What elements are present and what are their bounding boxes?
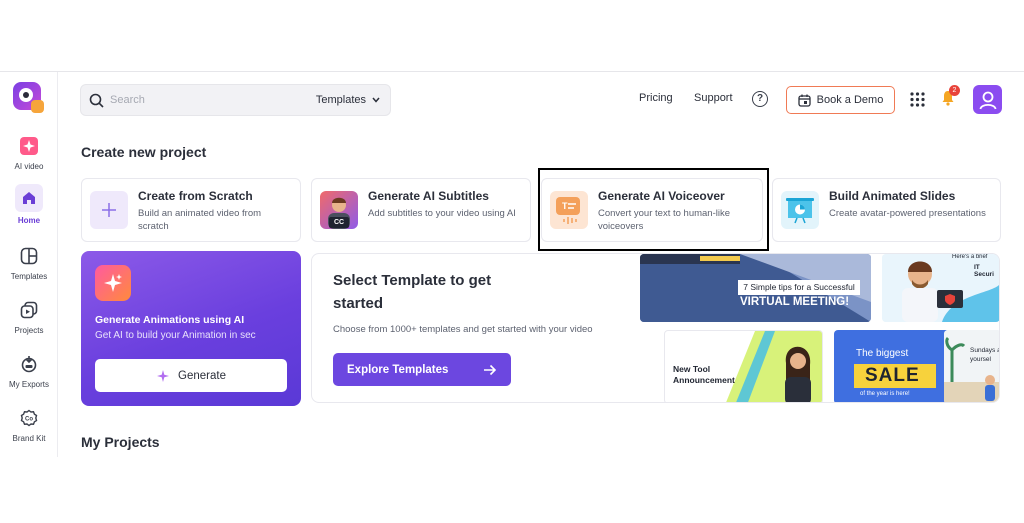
brand-kit-icon: Co xyxy=(17,406,41,430)
build-slides-card[interactable]: Build Animated Slides Create avatar-powe… xyxy=(772,178,1001,242)
plus-icon xyxy=(90,191,128,229)
explore-templates-button[interactable]: Explore Templates xyxy=(333,353,511,386)
sidebar-item-ai-video[interactable]: AI video xyxy=(0,134,58,171)
search-scope-dropdown[interactable]: Templates xyxy=(316,94,380,106)
template-panel-description: Choose from 1000+ templates and get star… xyxy=(333,324,593,335)
notification-badge: 2 xyxy=(949,85,960,96)
templates-icon xyxy=(17,244,41,268)
cc-badge: CC xyxy=(329,217,349,228)
sidebar-item-templates[interactable]: Templates xyxy=(0,244,58,281)
security-top-text: Here's a brief xyxy=(952,254,988,260)
selection-highlight xyxy=(538,168,769,251)
card-title: Create from Scratch xyxy=(138,189,253,203)
app-window: AI video Home Templates Projects My Expo xyxy=(0,71,1024,457)
card-title: Generate AI Subtitles xyxy=(368,189,489,203)
search-input[interactable]: Search xyxy=(110,94,145,106)
my-projects-title: My Projects xyxy=(81,434,160,450)
arrow-right-icon xyxy=(484,364,497,375)
sparkle-icon xyxy=(157,369,170,382)
sidebar-item-label: Projects xyxy=(14,326,44,335)
calendar-icon xyxy=(798,94,811,107)
apps-grid-icon[interactable] xyxy=(910,92,925,112)
ai-video-icon xyxy=(17,134,41,158)
sidebar-item-label: Templates xyxy=(10,272,48,281)
generate-subtitles-card[interactable]: CC Generate AI Subtitles Add subtitles t… xyxy=(311,178,531,242)
generate-button-label: Generate xyxy=(178,369,226,382)
pricing-link[interactable]: Pricing xyxy=(639,92,673,104)
user-avatar[interactable] xyxy=(973,85,1002,114)
chevron-down-icon xyxy=(372,97,380,103)
card-description: Create avatar-powered presentations xyxy=(829,208,986,219)
sidebar-item-label: AI video xyxy=(14,162,44,171)
template-panel-title: Select Template to get started xyxy=(333,272,492,312)
book-demo-button[interactable]: Book a Demo xyxy=(786,86,895,114)
projects-icon xyxy=(17,298,41,322)
user-icon xyxy=(979,91,996,109)
announcement-text: New Tool Announcement xyxy=(673,364,735,385)
home-icon xyxy=(15,184,43,212)
exports-icon xyxy=(17,352,41,376)
generate-button[interactable]: Generate xyxy=(95,359,287,392)
search-bar[interactable]: Search Templates xyxy=(80,84,391,116)
generate-ai-panel: Generate Animations using AI Get AI to b… xyxy=(81,251,301,406)
template-tile-virtual-meeting[interactable]: 7 Simple tips for a Successful VIRTUAL M… xyxy=(640,254,871,322)
sidebar-item-home[interactable]: Home xyxy=(0,184,58,225)
sale-text: SALE xyxy=(865,365,920,386)
help-icon[interactable]: ? xyxy=(752,91,768,107)
template-tile-sale[interactable]: The biggest SALE of the year is here! xyxy=(834,330,960,402)
svg-text:Co: Co xyxy=(25,417,33,423)
sale-bottom-text: of the year is here! xyxy=(860,391,910,397)
subtitles-thumbnail: CC xyxy=(320,191,358,229)
sidebar-item-label: My Exports xyxy=(8,380,49,389)
explore-templates-label: Explore Templates xyxy=(347,363,449,376)
generate-ai-title: Generate Animations using AI xyxy=(95,314,245,326)
sidebar-item-label: Home xyxy=(17,216,41,225)
card-title: Build Animated Slides xyxy=(829,189,956,203)
sundays-illustration xyxy=(944,330,999,402)
sidebar-item-label: Brand Kit xyxy=(12,434,46,443)
security-label: IT Securi xyxy=(974,264,994,278)
sidebar: AI video Home Templates Projects My Expo xyxy=(0,72,58,457)
slides-icon xyxy=(781,191,819,229)
sidebar-item-my-exports[interactable]: My Exports xyxy=(0,352,58,389)
book-demo-label: Book a Demo xyxy=(816,94,884,106)
sidebar-item-brand-kit[interactable]: Co Brand Kit xyxy=(0,406,58,443)
template-panel: Select Template to get started Choose fr… xyxy=(311,253,1000,403)
search-scope-label: Templates xyxy=(315,94,366,106)
card-description: Build an animated video from scratch xyxy=(138,208,262,232)
create-section-title: Create new project xyxy=(81,144,207,160)
template-tile-announcement[interactable]: New Tool Announcement xyxy=(664,330,823,402)
meeting-title: VIRTUAL MEETING! xyxy=(740,296,850,308)
card-description: Add subtitles to your video using AI xyxy=(368,208,516,219)
template-tile-it-security[interactable]: Here's a brief IT Securi xyxy=(882,254,999,322)
template-tile-sundays[interactable]: Sundays a yoursel xyxy=(944,330,1000,402)
sundays-text: Sundays a yoursel xyxy=(970,347,1000,363)
notifications-bell[interactable]: 2 xyxy=(941,85,960,111)
sparkle-icon xyxy=(95,265,131,301)
meeting-caption: 7 Simple tips for a Successful xyxy=(738,280,860,295)
support-link[interactable]: Support xyxy=(694,92,733,104)
sidebar-item-projects[interactable]: Projects xyxy=(0,298,58,335)
create-from-scratch-card[interactable]: Create from Scratch Build an animated vi… xyxy=(81,178,301,242)
app-logo[interactable] xyxy=(13,82,44,113)
search-icon xyxy=(89,93,104,113)
sale-top-text: The biggest xyxy=(856,348,909,359)
generate-ai-description: Get AI to build your Animation in sec xyxy=(95,330,256,341)
